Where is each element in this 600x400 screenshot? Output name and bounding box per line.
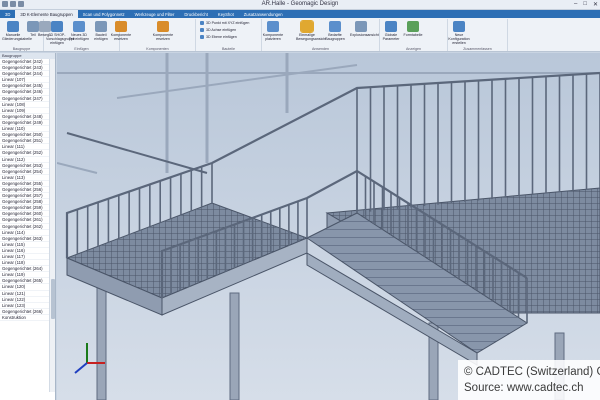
- ribbon-tab[interactable]: KeyShot: [213, 10, 239, 18]
- ribbon-group-label: Anwenden: [312, 47, 329, 51]
- ribbon-tab[interactable]: 3D K-Elemente Baugruppen: [15, 10, 78, 18]
- ribbon-group-label: Zusammenfassen: [463, 47, 492, 51]
- ribbon-button-label: Komponente ersetzen: [110, 33, 132, 41]
- swap-icon: [157, 21, 169, 32]
- app-window: AR.Halle - Geomagic Design – □ ✕ 3D 3D K-…: [0, 0, 600, 400]
- tree-scrollbar[interactable]: [49, 59, 55, 392]
- ribbon-button[interactable]: Manuelle Gliederungstabelle: [2, 21, 32, 41]
- ribbon-group-label: Anzeigen: [406, 47, 421, 51]
- ribbon-small-command[interactable]: 3D Punkt mit XYZ einfügen: [200, 21, 249, 25]
- ribbon-button[interactable]: Globale Parameter: [380, 21, 402, 41]
- staircase-model[interactable]: [57, 53, 600, 400]
- ribbon-button-label: Formtabelle: [403, 33, 423, 37]
- window-title: AR.Halle - Geomagic Design: [261, 1, 339, 7]
- ribbon-button-label: Explosionsansicht: [350, 33, 379, 37]
- ribbon-button-label: Globale Parameter: [382, 33, 400, 41]
- explode-icon: [355, 21, 367, 32]
- place-icon: [267, 21, 279, 32]
- 3d-viewport[interactable]: [57, 53, 600, 400]
- ribbon-small-command-label: 3D Achse einfügen: [206, 28, 237, 32]
- assembly-tree-panel: Baugruppe Gegengerichtet (242) Gegengeric…: [0, 53, 56, 400]
- ribbon-button[interactable]: Bedarfte Baugruppen: [324, 21, 346, 41]
- ribbon-small-command[interactable]: 3D Ebene einfügen: [200, 35, 237, 39]
- maximize-button[interactable]: □: [583, 1, 587, 8]
- ribbon-group-label: Baugruppe: [12, 47, 31, 51]
- ribbon-tabs: 3D 3D K-Elemente Baugruppen Scan und Polyg…: [0, 10, 600, 18]
- command-icon: [200, 35, 204, 39]
- new-part-icon: [73, 21, 85, 32]
- ribbon: Baugruppe Einfügen Komponenten Bauteile Anwe…: [0, 18, 600, 52]
- ribbon-button[interactable]: Neues 3D Teil einfügen: [68, 21, 90, 41]
- assembly-icon: [51, 21, 63, 32]
- ribbon-tab[interactable]: 3D: [0, 10, 15, 18]
- ribbon-group-label: Bauteile: [222, 47, 235, 51]
- ribbon-tab[interactable]: Scan und Polygonnetz: [78, 10, 130, 18]
- config-icon: [453, 21, 465, 32]
- assembly-tree: Gegengerichtet (242) Gegengerichtet (243)…: [0, 59, 49, 322]
- close-button[interactable]: ✕: [593, 1, 598, 8]
- ribbon-button-label: Bauteil einfügen: [94, 33, 108, 41]
- command-icon: [200, 21, 204, 25]
- minimize-button[interactable]: –: [574, 1, 577, 8]
- ribbon-button[interactable]: Einmalige Bewegungsansicht: [296, 20, 326, 41]
- ribbon-button[interactable]: Formtabelle: [402, 21, 424, 37]
- ribbon-group-label: Einfügen: [74, 47, 89, 51]
- formtable-icon: [407, 21, 419, 32]
- replace-icon: [115, 21, 127, 32]
- ribbon-button[interactable]: Komponente platzieren: [262, 21, 284, 41]
- ribbon-tab[interactable]: Druckbericht: [179, 10, 213, 18]
- ribbon-button[interactable]: Komponente ersetzen: [110, 21, 132, 41]
- motion-icon: [300, 20, 314, 33]
- ribbon-small-command-label: 3D Ebene einfügen: [206, 35, 237, 39]
- group-icon: [329, 21, 341, 32]
- ribbon-button[interactable]: Komponente ersetzen: [152, 21, 174, 41]
- ribbon-button-label: Neue Konfiguration erstellen: [448, 33, 470, 45]
- table-icon: [7, 21, 19, 32]
- scrollbar-thumb[interactable]: [51, 279, 55, 319]
- ribbon-button-label: Neues 3D Teil einfügen: [68, 33, 90, 41]
- ribbon-button[interactable]: Neue Konfiguration erstellen: [448, 21, 470, 45]
- ribbon-button[interactable]: 3D SHOP-Vorschlagsgruppe einfügen: [46, 21, 75, 45]
- ribbon-button[interactable]: Explosionsansicht: [350, 21, 379, 37]
- credit-line-2: Source: www.cadtec.ch: [464, 382, 584, 394]
- insert-icon: [95, 21, 107, 32]
- ribbon-small-command[interactable]: 3D Achse einfügen: [200, 28, 236, 32]
- copyright-credit: © CADTEC (Switzerland) GmbH Source: www.…: [458, 360, 600, 400]
- credit-line-1: © CADTEC (Switzerland) GmbH: [464, 366, 600, 378]
- ribbon-button-label: Komponente platzieren: [262, 33, 284, 41]
- parameter-icon: [385, 21, 397, 32]
- ribbon-tab[interactable]: Zusatzanwendungen: [239, 10, 288, 18]
- ribbon-button-label: Komponente ersetzen: [152, 33, 174, 41]
- command-icon: [200, 28, 204, 32]
- title-bar: AR.Halle - Geomagic Design – □ ✕: [0, 0, 600, 10]
- ribbon-small-command-label: 3D Punkt mit XYZ einfügen: [206, 21, 250, 25]
- tree-item[interactable]: Konstruktion: [0, 315, 49, 322]
- ribbon-button[interactable]: Bauteil einfügen: [90, 21, 112, 41]
- ribbon-button-label: Bedarfte Baugruppen: [325, 33, 345, 41]
- ribbon-group-label: Komponenten: [146, 47, 169, 51]
- ribbon-tab[interactable]: Werkzeuge und Filter: [130, 10, 180, 18]
